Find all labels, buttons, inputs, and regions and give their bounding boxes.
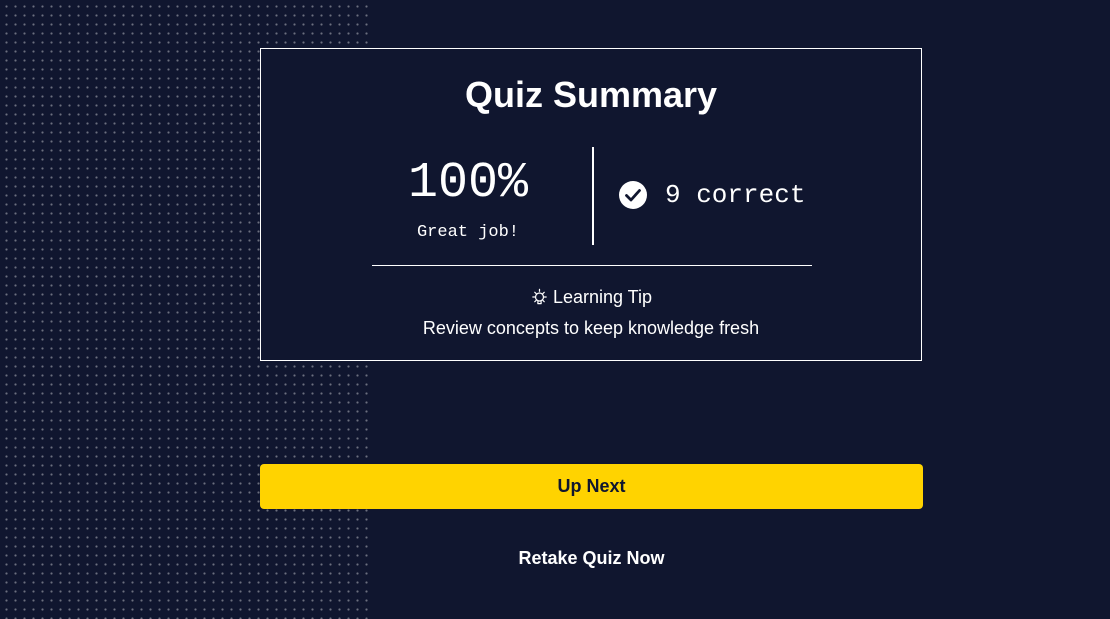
- stats-divider: [592, 147, 594, 245]
- learning-tip-label: Learning Tip: [552, 287, 653, 307]
- summary-divider: [372, 265, 812, 266]
- correct-count-text: 9 correct: [665, 180, 806, 210]
- score-percentage: 100%: [407, 155, 529, 212]
- quiz-stats-row: 100% Great job! 9 correct: [261, 147, 921, 247]
- quiz-summary-card: Quiz Summary 100% Great job! 9 correct L…: [260, 48, 922, 361]
- quiz-summary-page: Quiz Summary 100% Great job! 9 correct L…: [0, 0, 1110, 619]
- quiz-summary-title: Quiz Summary: [464, 74, 718, 115]
- check-circle-icon: [619, 181, 647, 209]
- learning-tip-heading: Learning Tip: [261, 285, 921, 309]
- lightbulb-icon: [530, 287, 549, 307]
- learning-tip-text: Review concepts to keep knowledge fresh: [422, 318, 760, 338]
- retake-quiz-link[interactable]: Retake Quiz Now: [260, 545, 923, 571]
- score-message: Great job!: [416, 223, 520, 242]
- up-next-button[interactable]: Up Next: [260, 464, 923, 509]
- score-block: 100% Great job!: [365, 147, 571, 245]
- correct-count: 9 correct: [619, 179, 805, 211]
